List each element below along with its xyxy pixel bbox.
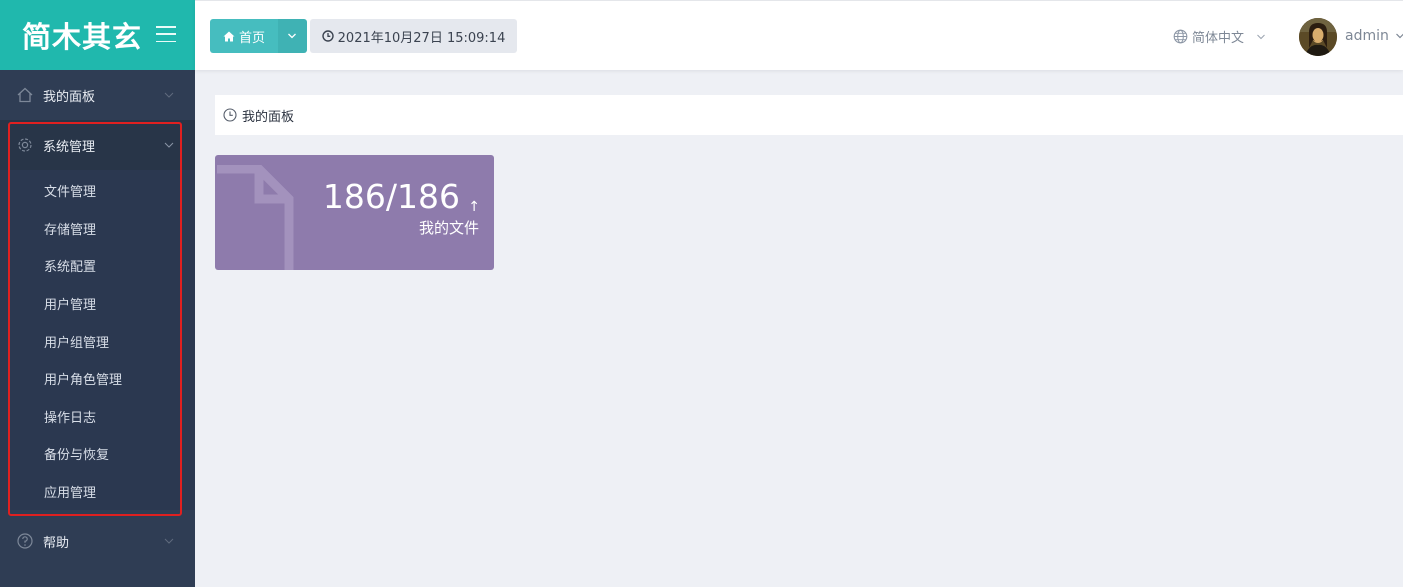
chevron-down-icon: [164, 142, 174, 148]
home-dropdown-toggle[interactable]: [278, 19, 307, 53]
menu-toggle-icon[interactable]: [156, 26, 176, 42]
chevron-down-icon: [1395, 33, 1403, 39]
sidebar-item-dashboard[interactable]: 我的面板: [0, 70, 195, 120]
arrow-up-icon: ↑: [468, 199, 480, 215]
gear-icon: [18, 138, 32, 152]
user-menu[interactable]: admin: [1345, 28, 1403, 44]
chevron-down-icon: [164, 92, 174, 98]
home-icon: [17, 87, 33, 103]
brand-bar: 简木其玄: [0, 0, 195, 70]
files-count: 186/186: [322, 177, 460, 216]
chevron-down-icon: [1257, 34, 1265, 39]
submenu-item-logs[interactable]: 操作日志: [44, 407, 96, 426]
submenu-item-storage[interactable]: 存储管理: [44, 219, 96, 238]
globe-icon: [1173, 29, 1188, 44]
sidebar-item-label: 帮助: [43, 535, 70, 551]
chevron-down-icon: [288, 33, 296, 39]
top-header: 首页 2021年10月27日 15:09:14 简体中文 admin: [195, 0, 1403, 70]
files-label: 我的文件: [418, 219, 479, 237]
home-icon: [223, 31, 235, 41]
language-selector[interactable]: 简体中文: [1173, 27, 1266, 46]
avatar-image: [1299, 18, 1337, 56]
home-button-label: 首页: [238, 30, 265, 46]
brand-title: 简木其玄: [22, 20, 143, 54]
submenu-item-user-roles[interactable]: 用户角色管理: [44, 369, 122, 388]
sidebar-item-system[interactable]: 系统管理: [0, 120, 195, 170]
my-files-card[interactable]: 186/186 ↑ 我的文件: [215, 155, 494, 270]
submenu-item-files[interactable]: 文件管理: [44, 181, 96, 200]
breadcrumb: 我的面板: [215, 95, 1403, 135]
chevron-down-icon: [164, 538, 174, 544]
submenu-item-config[interactable]: 系统配置: [44, 256, 96, 275]
sidebar-item-label: 我的面板: [43, 89, 96, 105]
datetime-display: 2021年10月27日 15:09:14: [310, 19, 517, 53]
sidebar-item-label: 系统管理: [43, 139, 96, 155]
file-icon: [217, 165, 294, 270]
language-label: 简体中文: [1192, 31, 1245, 46]
datetime-text: 2021年10月27日 15:09:14: [337, 30, 506, 46]
breadcrumb-label: 我的面板: [242, 109, 295, 125]
submenu-item-backup[interactable]: 备份与恢复: [44, 444, 109, 463]
submenu-item-user-groups[interactable]: 用户组管理: [44, 332, 109, 351]
submenu-item-apps[interactable]: 应用管理: [44, 482, 96, 501]
clock-icon: [321, 30, 334, 42]
sidebar-item-help[interactable]: 帮助: [0, 516, 195, 566]
clock-icon: [223, 108, 237, 122]
home-button[interactable]: 首页: [210, 19, 278, 53]
submenu-item-users[interactable]: 用户管理: [44, 294, 96, 313]
help-icon: [17, 533, 33, 549]
system-submenu: 文件管理 存储管理 系统配置 用户管理 用户组管理 用户角色管理 操作日志 备份…: [0, 170, 195, 510]
avatar[interactable]: [1299, 18, 1337, 56]
sidebar: 我的面板 系统管理 文件管理 存储管理 系统配置 用户管理 用户组管理 用户角色…: [0, 70, 195, 587]
username-label: admin: [1345, 28, 1389, 44]
